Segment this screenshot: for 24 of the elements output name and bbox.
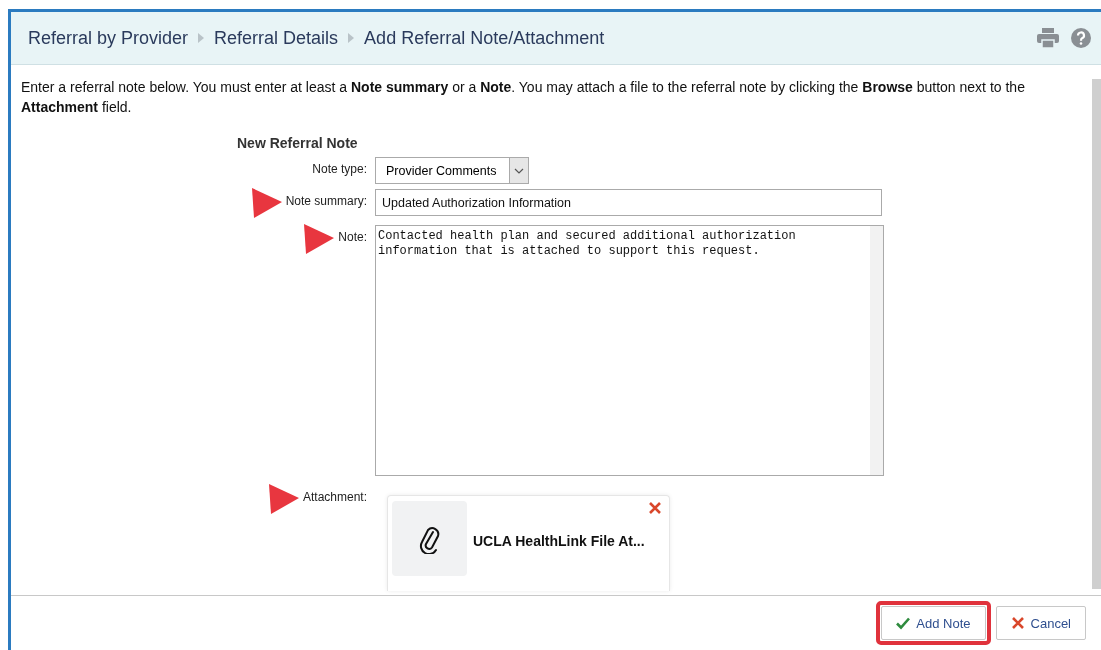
breadcrumb-link[interactable]: Referral Details [214, 27, 339, 49]
close-icon[interactable] [649, 502, 661, 514]
breadcrumb-link[interactable]: Referral by Provider [28, 27, 189, 49]
note-summary-field[interactable]: Updated Authorization Information [375, 189, 882, 216]
field-label: Note: [338, 230, 367, 244]
scrollbar[interactable] [870, 226, 883, 475]
help-icon[interactable] [1071, 28, 1091, 48]
note-type-dropdown[interactable]: Provider Comments [375, 157, 529, 184]
note-field[interactable]: Contacted health plan and secured additional authorization information that is attached to support this request. [375, 225, 884, 476]
field-label: Note type: [312, 162, 367, 176]
check-icon [896, 616, 911, 630]
chevron-icon [348, 33, 355, 43]
cancel-button[interactable]: Cancel [995, 606, 1086, 640]
chevron-icon [198, 33, 205, 43]
form-title: New Referral Note [237, 135, 359, 151]
field-label: Attachment: [302, 490, 367, 504]
print-icon[interactable] [1037, 28, 1059, 48]
close-icon [1010, 616, 1025, 630]
field-label: Note summary: [285, 194, 367, 208]
caret-icon[interactable] [509, 158, 528, 183]
file-name: UCLA HealthLink File At... [473, 533, 645, 549]
scrollbar[interactable] [1092, 79, 1101, 589]
add-note-button[interactable]: Add Note [881, 606, 986, 640]
instructions-text: Enter a referral note below. You must enter at least a Note summary or a Note. You may attach a file to the referral note by clicking the Browse button next to the Attachment field. [21, 78, 1026, 117]
